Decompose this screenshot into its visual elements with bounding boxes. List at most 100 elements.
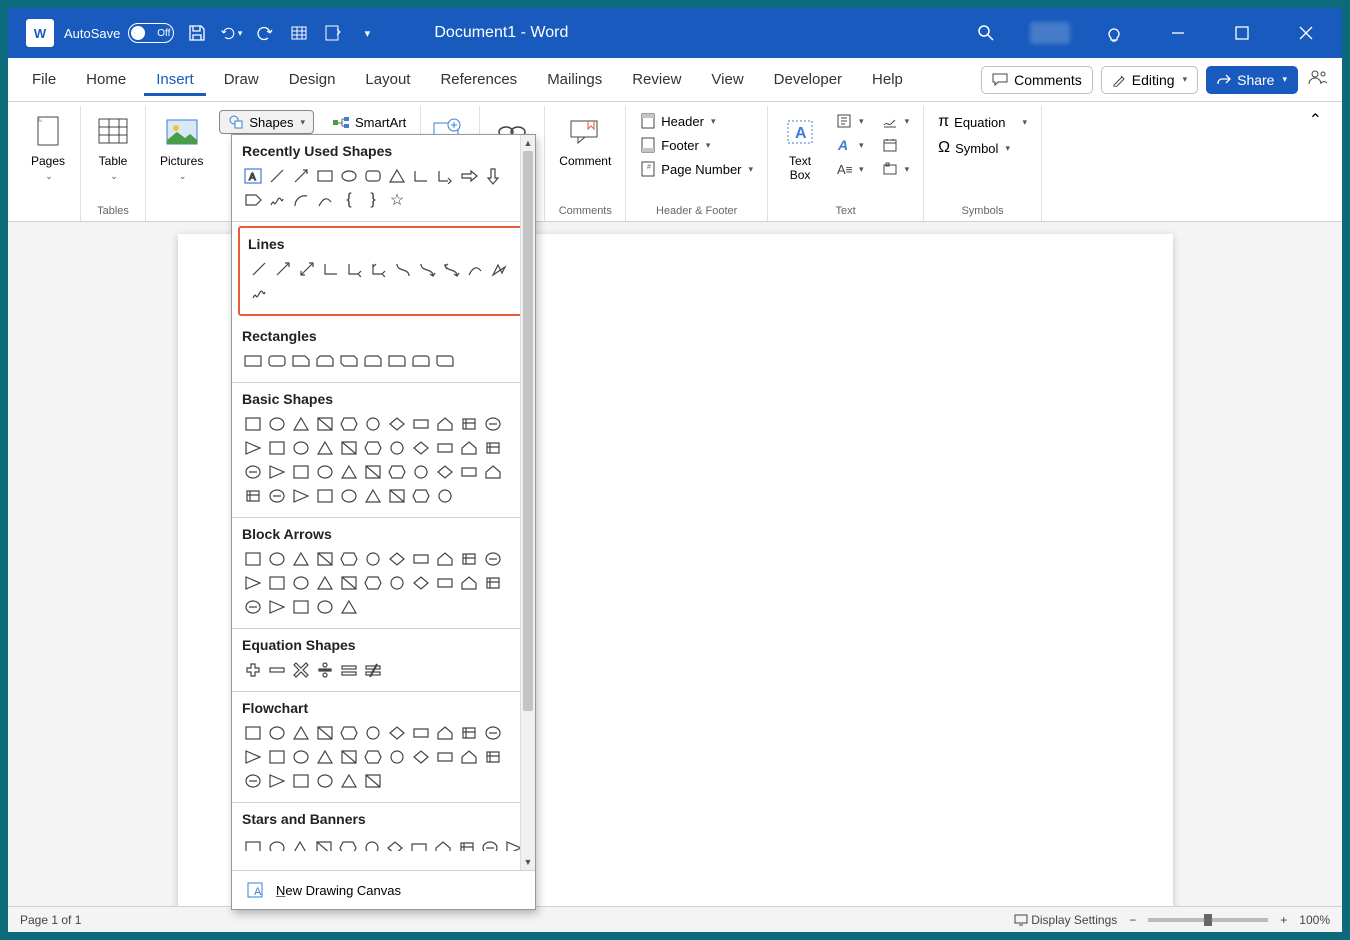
line-elbow-arrow[interactable]: [344, 258, 366, 280]
zoom-percent[interactable]: 100%: [1299, 913, 1330, 927]
basic-shape-41[interactable]: [434, 485, 456, 507]
block-arrow-21[interactable]: [482, 572, 504, 594]
flowchart-shape-6[interactable]: [386, 722, 408, 744]
basic-shape-8[interactable]: [434, 413, 456, 435]
shape-right-arrow[interactable]: [458, 165, 480, 187]
tab-developer[interactable]: Developer: [762, 63, 854, 96]
close-button[interactable]: [1286, 13, 1326, 53]
basic-shape-9[interactable]: [458, 413, 480, 435]
flowchart-shape-11[interactable]: [242, 746, 264, 768]
eq-plus[interactable]: [242, 659, 264, 681]
comment-button[interactable]: Comment: [553, 110, 617, 172]
rect-snip2same[interactable]: [314, 350, 336, 372]
quick-parts-button[interactable]: ▾: [830, 110, 870, 132]
block-arrow-10[interactable]: [482, 548, 504, 570]
tab-mailings[interactable]: Mailings: [535, 63, 614, 96]
block-arrow-19[interactable]: [434, 572, 456, 594]
line-curved-arrow[interactable]: [416, 258, 438, 280]
date-time-button[interactable]: [876, 134, 916, 156]
shape-l-connector[interactable]: [410, 165, 432, 187]
basic-shape-16[interactable]: [362, 437, 384, 459]
flowchart-shape-25[interactable]: [314, 770, 336, 792]
line-freeform[interactable]: [488, 258, 510, 280]
block-arrow-0[interactable]: [242, 548, 264, 570]
basic-shape-10[interactable]: [482, 413, 504, 435]
flowchart-shape-7[interactable]: [410, 722, 432, 744]
block-arrow-15[interactable]: [338, 572, 360, 594]
drop-cap-button[interactable]: A≡▾: [830, 158, 870, 180]
line-elbow-double[interactable]: [368, 258, 390, 280]
block-arrow-3[interactable]: [314, 548, 336, 570]
block-arrow-11[interactable]: [242, 572, 264, 594]
star-shape-7[interactable]: [408, 837, 430, 851]
basic-shape-23[interactable]: [266, 461, 288, 483]
collapse-ribbon-icon[interactable]: ⌃: [1297, 106, 1334, 221]
block-arrow-17[interactable]: [386, 572, 408, 594]
flowchart-shape-18[interactable]: [410, 746, 432, 768]
shape-star[interactable]: ☆: [386, 189, 408, 211]
flowchart-shape-15[interactable]: [338, 746, 360, 768]
search-icon[interactable]: [966, 13, 1006, 53]
basic-shape-21[interactable]: [482, 437, 504, 459]
flowchart-shape-21[interactable]: [482, 746, 504, 768]
tab-references[interactable]: References: [428, 63, 529, 96]
shape-text-box[interactable]: A: [242, 165, 264, 187]
tab-design[interactable]: Design: [277, 63, 348, 96]
table-qat-icon[interactable]: [288, 22, 310, 44]
block-arrow-5[interactable]: [362, 548, 384, 570]
scroll-thumb[interactable]: [523, 151, 533, 711]
rect-snipround[interactable]: [362, 350, 384, 372]
flowchart-shape-12[interactable]: [266, 746, 288, 768]
basic-shape-31[interactable]: [458, 461, 480, 483]
star-shape-2[interactable]: [290, 837, 312, 851]
scroll-down-arrow[interactable]: ▼: [521, 854, 535, 870]
save-icon[interactable]: [186, 22, 208, 44]
block-arrow-25[interactable]: [314, 596, 336, 618]
footer-button[interactable]: Footer▾: [634, 134, 759, 156]
editing-mode-button[interactable]: Editing▾: [1101, 66, 1198, 94]
symbol-button[interactable]: ΩSymbol▾: [932, 136, 1033, 160]
flowchart-shape-4[interactable]: [338, 722, 360, 744]
redo-icon[interactable]: [254, 22, 276, 44]
flowchart-shape-2[interactable]: [290, 722, 312, 744]
star-shape-10[interactable]: [480, 837, 502, 851]
basic-shape-0[interactable]: [242, 413, 264, 435]
flowchart-shape-19[interactable]: [434, 746, 456, 768]
basic-shape-3[interactable]: [314, 413, 336, 435]
basic-shape-35[interactable]: [290, 485, 312, 507]
flowchart-shape-0[interactable]: [242, 722, 264, 744]
rect-rounded[interactable]: [266, 350, 288, 372]
basic-shape-5[interactable]: [362, 413, 384, 435]
flowchart-shape-16[interactable]: [362, 746, 384, 768]
basic-shape-19[interactable]: [434, 437, 456, 459]
flowchart-shape-27[interactable]: [362, 770, 384, 792]
smartart-button[interactable]: SmartArt: [326, 112, 412, 133]
zoom-slider[interactable]: [1148, 918, 1268, 922]
basic-shape-33[interactable]: [242, 485, 264, 507]
rect-basic[interactable]: [242, 350, 264, 372]
basic-shape-27[interactable]: [362, 461, 384, 483]
flowchart-shape-17[interactable]: [386, 746, 408, 768]
line-straight[interactable]: [248, 258, 270, 280]
basic-shape-2[interactable]: [290, 413, 312, 435]
basic-shape-29[interactable]: [410, 461, 432, 483]
object-button[interactable]: ▾: [876, 158, 916, 180]
flowchart-shape-9[interactable]: [458, 722, 480, 744]
star-shape-8[interactable]: [432, 837, 454, 851]
eq-multiply[interactable]: [290, 659, 312, 681]
block-arrow-20[interactable]: [458, 572, 480, 594]
flowchart-shape-22[interactable]: [242, 770, 264, 792]
block-arrow-24[interactable]: [290, 596, 312, 618]
eq-notequal[interactable]: [362, 659, 384, 681]
block-arrow-26[interactable]: [338, 596, 360, 618]
basic-shape-34[interactable]: [266, 485, 288, 507]
flowchart-shape-20[interactable]: [458, 746, 480, 768]
rect-round2same[interactable]: [410, 350, 432, 372]
signature-line-button[interactable]: ▾: [876, 110, 916, 132]
flowchart-shape-10[interactable]: [482, 722, 504, 744]
shapes-button[interactable]: Shapes▾: [219, 110, 314, 134]
shape-down-arrow[interactable]: [482, 165, 504, 187]
help-tips-icon[interactable]: [1094, 13, 1134, 53]
tab-draw[interactable]: Draw: [212, 63, 271, 96]
block-arrow-7[interactable]: [410, 548, 432, 570]
